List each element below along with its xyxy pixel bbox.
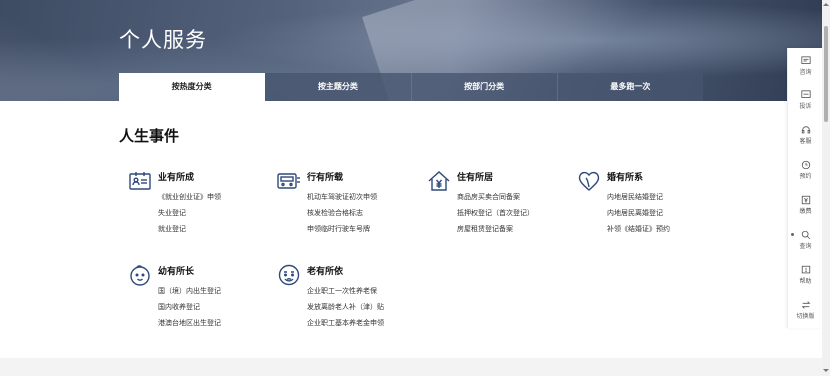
switch-icon: [801, 301, 810, 309]
baby-face-icon: [128, 263, 152, 287]
appointment-button[interactable]: 预约: [788, 160, 823, 180]
service-link[interactable]: 《就业创业证》申领: [158, 189, 221, 205]
floating-service-sidebar: 咨询 投诉 客服 预约 缴费 查询 帮助 切换版: [787, 48, 822, 328]
page-scrollbar[interactable]: [822, 0, 830, 376]
sidebar-label: 切换版: [796, 313, 815, 320]
service-link[interactable]: 发放离龄老人补（津）贴: [307, 299, 384, 315]
sidebar-collapse-handle[interactable]: [791, 233, 794, 236]
service-link[interactable]: 国（境）内出生登记: [158, 283, 221, 299]
service-link[interactable]: 补领《结婚证》预约: [607, 221, 670, 237]
sidebar-label: 缴费: [799, 208, 812, 215]
category-name: 行有所载: [307, 173, 344, 183]
chat-icon: [800, 56, 811, 64]
category-name: 住有所居: [457, 173, 494, 183]
tab-one-visit[interactable]: 最多跑一次: [557, 73, 703, 101]
switch-version-button[interactable]: 切换版: [788, 300, 823, 320]
tab-by-department[interactable]: 按部门分类: [411, 73, 558, 101]
help-icon: [801, 265, 810, 274]
id-card-icon: [128, 169, 152, 193]
scroll-up-arrow-icon[interactable]: [823, 3, 829, 6]
service-link[interactable]: 内地居民离婚登记: [607, 205, 670, 221]
sidebar-label: 咨询: [799, 69, 812, 76]
sidebar-label: 查询: [799, 243, 812, 250]
complaint-button[interactable]: 投诉: [788, 90, 823, 110]
service-link[interactable]: 房屋租赁登记备案: [457, 221, 534, 237]
service-link[interactable]: 失业登记: [158, 205, 221, 221]
consult-button[interactable]: 咨询: [788, 56, 823, 76]
house-yuan-icon: [427, 169, 451, 193]
help-button[interactable]: 帮助: [788, 265, 823, 285]
section-title: 人生事件: [119, 127, 180, 145]
page-title: 个人服务: [119, 28, 207, 52]
service-link[interactable]: 就业登记: [158, 221, 221, 237]
tab-by-popularity[interactable]: 按热度分类: [119, 73, 266, 101]
scroll-down-arrow-icon[interactable]: [823, 369, 829, 372]
service-link[interactable]: 内地居民结婚登记: [607, 189, 670, 205]
scroll-thumb[interactable]: [824, 26, 828, 122]
headset-icon: [801, 126, 810, 134]
category-name: 幼有所长: [158, 267, 195, 277]
elder-face-icon: [277, 263, 301, 287]
service-link[interactable]: 商品房买卖合同备案: [457, 189, 534, 205]
bus-icon: [277, 169, 301, 193]
category-name: 婚有所系: [607, 173, 644, 183]
section-divider: [0, 358, 822, 376]
service-link[interactable]: 港澳台地区出生登记: [158, 315, 221, 331]
complaint-icon: [800, 90, 811, 98]
service-link[interactable]: 核发检验合格标志: [307, 205, 377, 221]
sidebar-label: 帮助: [799, 278, 812, 285]
service-link[interactable]: 机动车驾驶证初次申领: [307, 189, 377, 205]
heart-icon: [577, 169, 601, 193]
service-link[interactable]: 企业职工一次性养老保: [307, 283, 384, 299]
customer-service-button[interactable]: 客服: [788, 125, 823, 145]
service-link[interactable]: 国内收养登记: [158, 299, 221, 315]
category-tabs: 按热度分类 按主题分类 按部门分类 最多跑一次: [119, 73, 703, 101]
service-link[interactable]: 企业职工基本养老金申领: [307, 315, 384, 331]
clock-icon: [801, 160, 810, 170]
sidebar-label: 客服: [799, 138, 812, 145]
category-name: 业有所成: [158, 173, 195, 183]
sidebar-label: 投诉: [799, 103, 812, 110]
sidebar-label: 预约: [799, 173, 812, 180]
payment-button[interactable]: 缴费: [788, 195, 823, 215]
service-link[interactable]: 申领临时行驶车号牌: [307, 221, 377, 237]
service-link[interactable]: 抵押权登记（首次登记）: [457, 205, 534, 221]
search-icon: [801, 230, 810, 240]
payment-icon: [801, 195, 810, 205]
category-name: 老有所依: [307, 267, 344, 277]
tab-by-theme[interactable]: 按主题分类: [265, 73, 412, 101]
